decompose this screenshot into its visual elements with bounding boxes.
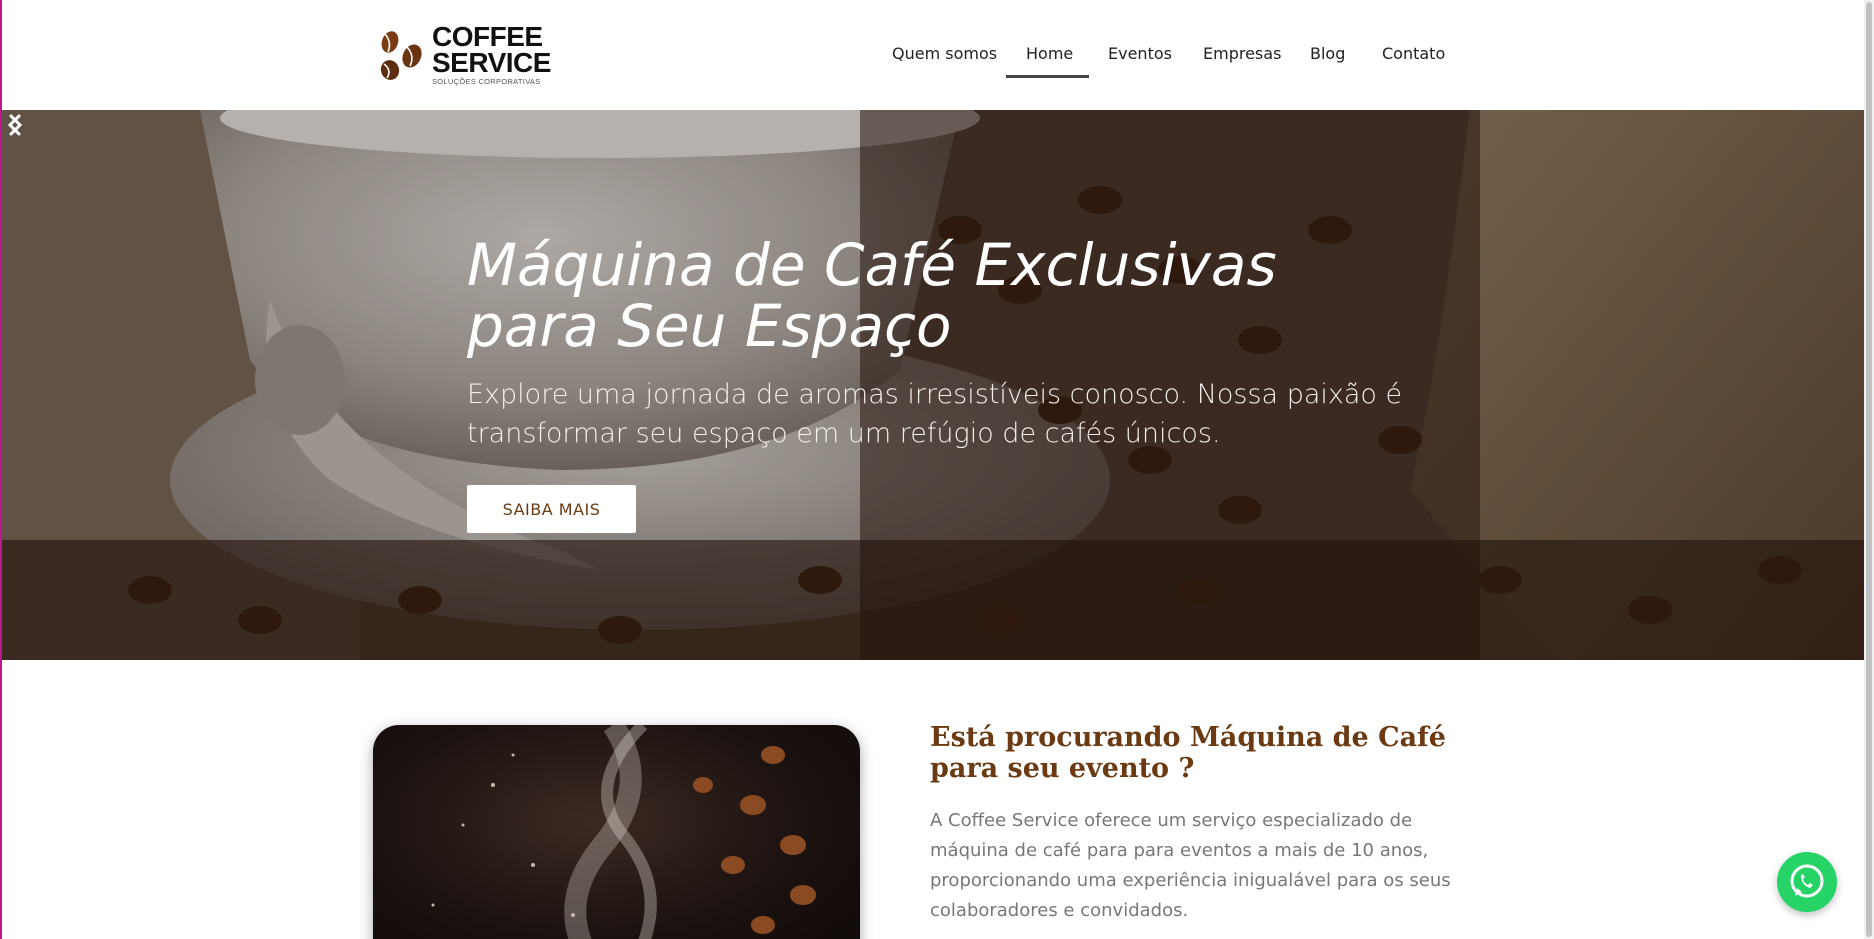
- section-title-line-2: para seu evento ?: [930, 753, 1195, 784]
- saiba-mais-button[interactable]: SAIBA MAIS: [467, 485, 636, 533]
- hero-title: Máquina de Café Exclusivas para Seu Espa…: [467, 235, 1367, 357]
- hero-description: Explore uma jornada de aromas irresistív…: [467, 375, 1427, 453]
- hero-carousel: Máquina de Café Exclusivas para Seu Espa…: [0, 110, 1864, 660]
- section-title-line-1: Está procurando Máquina de Café: [930, 722, 1446, 753]
- hero-title-line-2: para Seu Espaço: [467, 292, 952, 360]
- scrollbar-thumb[interactable]: [1866, 2, 1872, 937]
- hero-title-line-1: Máquina de Café Exclusivas: [467, 231, 1277, 299]
- nav-item-blog[interactable]: Blog: [1310, 44, 1345, 63]
- site-header: COFFEE SERVICE SOLUÇÕES CORPORATIVAS Que…: [0, 0, 1864, 110]
- nav-item-home[interactable]: Home: [1026, 44, 1073, 63]
- page: COFFEE SERVICE SOLUÇÕES CORPORATIVAS Que…: [0, 0, 1874, 939]
- nav-item-empresas[interactable]: Empresas: [1203, 44, 1281, 63]
- whatsapp-icon: [1790, 864, 1824, 898]
- main-nav: Quem somos Home Eventos Empresas Blog Co…: [0, 40, 1864, 80]
- section-description: A Coffee Service oferece um serviço espe…: [930, 810, 1451, 921]
- nav-item-contato[interactable]: Contato: [1382, 44, 1445, 63]
- coffee-steam-illustration: [431, 725, 816, 939]
- whatsapp-button[interactable]: [1777, 852, 1837, 912]
- nav-item-quem-somos[interactable]: Quem somos: [892, 44, 997, 63]
- nav-active-indicator: [1006, 75, 1089, 78]
- hero-text-line-2: transformar seu espaço em um refúgio de …: [467, 418, 1221, 449]
- hero-text-line-1: Explore uma jornada de aromas irresistív…: [467, 379, 1403, 410]
- page-edge: [0, 0, 2, 939]
- section-title: Está procurando Máquina de Café para seu…: [930, 722, 1490, 784]
- nav-item-eventos[interactable]: Eventos: [1108, 44, 1172, 63]
- chevron-right-icon[interactable]: [0, 110, 30, 140]
- coffee-steam-image: [373, 725, 860, 939]
